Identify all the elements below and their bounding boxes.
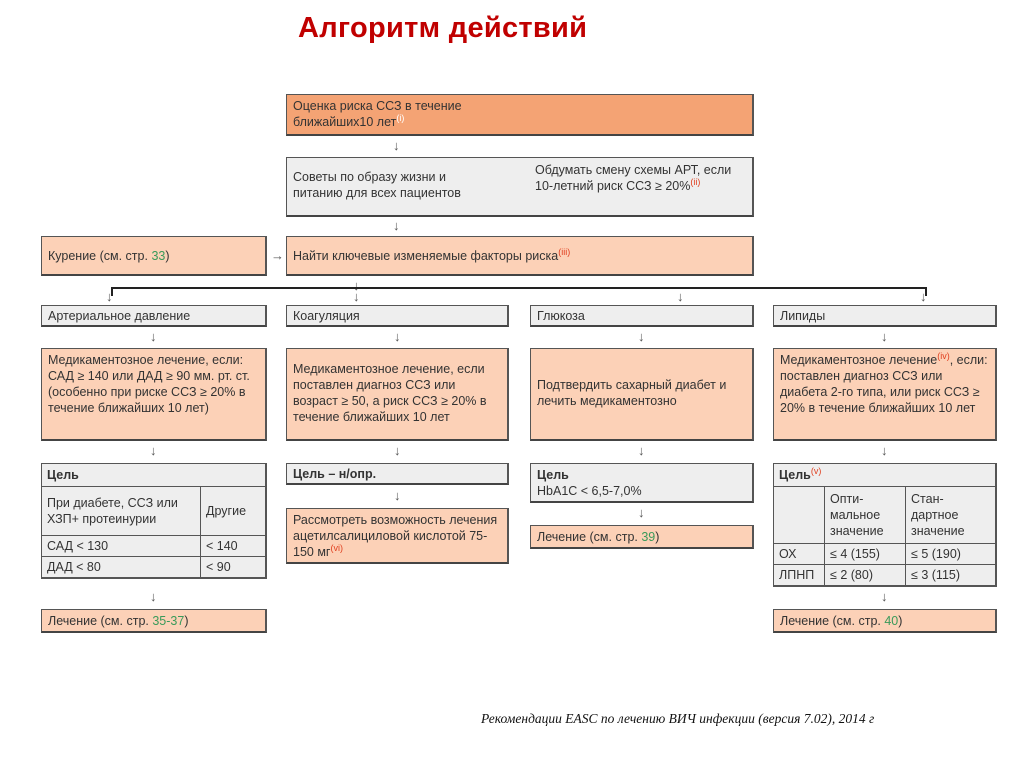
arrow-down-icon: ↓ <box>638 505 645 520</box>
risk-assessment-box: Оценка риска ССЗ в течение ближайших10 л… <box>286 94 754 136</box>
bp-treatment-box: Медикаментозное лечение, если: САД ≥ 140… <box>41 348 267 441</box>
arrow-down-icon: ↓ <box>150 329 157 344</box>
table-cell: ≤ 4 (155) <box>824 543 906 565</box>
lipids-goal-table: Цель(v) Опти-мальное значение Стан-дартн… <box>773 463 997 587</box>
lipids-treatment-box: Медикаментозное лечение(iv), если: поста… <box>773 348 997 441</box>
bp-header: Артериальное давление <box>41 305 267 327</box>
arrow-down-icon: ↓ <box>150 443 157 458</box>
page-title: Алгоритм действий <box>298 12 588 44</box>
arrow-down-icon: ↓ <box>394 443 401 458</box>
lipids-header: Липиды <box>773 305 997 327</box>
footnote-marker: (ii) <box>690 176 701 187</box>
glucose-goal-value: HbA1C < 6,5-7,0% <box>537 484 642 498</box>
glucose-final-box: Лечение (см. стр. 39) <box>530 525 754 549</box>
risk-assessment-line1: Оценка риска ССЗ в течение <box>293 99 462 113</box>
table-header-cell: При диабете, ССЗ или ХЗП+ протеинурии <box>41 486 201 536</box>
advice-right-text: Обдумать смену схемы АРТ, если 10-летний… <box>535 163 732 193</box>
arrow-down-icon: ↓ <box>394 488 401 503</box>
lipids-goal-title: Цель <box>779 468 811 482</box>
coag-final-text: Рассмотреть возможность лечения ацетилса… <box>293 513 498 559</box>
coag-treatment-box: Медикаментозное лечение, если поставлен … <box>286 348 509 441</box>
footnote-marker: (v) <box>810 465 822 476</box>
table-header-cell <box>773 486 825 544</box>
coag-treatment-text: Медикаментозное лечение, если поставлен … <box>293 362 487 424</box>
page-reference-link[interactable]: 35-37 <box>152 614 184 628</box>
bp-final-box: Лечение (см. стр. 35-37) <box>41 609 267 633</box>
footnote-marker: (iii) <box>558 246 571 257</box>
table-header-cell: Другие <box>200 486 267 536</box>
table-cell: ≤ 3 (115) <box>905 564 997 587</box>
glucose-goal-title: Цель <box>537 468 569 482</box>
lipids-goal-title-cell: Цель(v) <box>773 463 997 487</box>
source-footer: Рекомендации EASC по лечению ВИЧ инфекци… <box>481 711 875 726</box>
glucose-final-close: ) <box>655 530 660 544</box>
arrow-down-icon: ↓ <box>677 289 684 304</box>
bp-header-label: Артериальное давление <box>48 309 191 323</box>
arrow-down-icon: ↓ <box>881 329 888 344</box>
arrow-down-icon: ↓ <box>393 138 400 153</box>
arrow-down-icon: ↓ <box>393 218 400 233</box>
table-cell: ДАД < 80 <box>41 556 201 579</box>
page-reference-link[interactable]: 39 <box>641 530 655 544</box>
advice-left-text: Советы по образу жизни и питанию для все… <box>293 170 461 200</box>
lipids-final-box: Лечение (см. стр. 40) <box>773 609 997 633</box>
page-reference-link[interactable]: 33 <box>151 249 165 263</box>
branch-connector-line <box>111 287 927 289</box>
arrow-down-icon: ↓ <box>106 289 113 304</box>
table-header-cell: Стан-дартное значение <box>905 486 997 544</box>
footnote-marker: (i) <box>396 112 405 123</box>
table-cell: ≤ 5 (190) <box>905 543 997 565</box>
arrow-down-icon: ↓ <box>638 443 645 458</box>
smoking-text: Курение (см. стр. <box>48 249 152 263</box>
table-cell: ≤ 2 (80) <box>824 564 906 587</box>
table-row: ДАД < 80 < 90 <box>41 556 267 579</box>
glucose-final-text: Лечение (см. стр. <box>537 530 642 544</box>
arrow-down-icon: ↓ <box>353 289 360 304</box>
table-cell: < 140 <box>200 535 267 557</box>
table-row: ОХ ≤ 4 (155) ≤ 5 (190) <box>773 543 997 565</box>
table-row: САД < 130 < 140 <box>41 535 267 557</box>
glucose-header: Глюкоза <box>530 305 754 327</box>
footnote-marker: (iv) <box>937 350 950 361</box>
bp-treatment-text: Медикаментозное лечение, если: САД ≥ 140… <box>48 353 250 415</box>
arrow-down-icon: ↓ <box>394 329 401 344</box>
key-factors-text: Найти ключевые изменяемые факторы риска <box>293 249 559 263</box>
bp-goal-table: Цель При диабете, ССЗ или ХЗП+ протеинур… <box>41 463 267 579</box>
arrow-down-icon: ↓ <box>638 329 645 344</box>
table-cell: ОХ <box>773 543 825 565</box>
lipids-treatment-text: Медикаментозное лечение <box>780 353 938 367</box>
table-cell: САД < 130 <box>41 535 201 557</box>
arrow-down-icon: ↓ <box>881 589 888 604</box>
coag-header-label: Коагуляция <box>293 309 360 323</box>
coag-goal-box: Цель – н/опр. <box>286 463 509 485</box>
table-cell: ЛПНП <box>773 564 825 587</box>
arrow-right-icon: → <box>271 248 284 263</box>
bp-final-text: Лечение (см. стр. <box>48 614 153 628</box>
page-reference-link[interactable]: 40 <box>884 614 898 628</box>
glucose-treatment-box: Подтвердить сахарный диабет и лечить мед… <box>530 348 754 441</box>
coag-header: Коагуляция <box>286 305 509 327</box>
glucose-goal-box: Цель HbA1C < 6,5-7,0% <box>530 463 754 503</box>
coag-goal-text: Цель – н/опр. <box>293 467 377 481</box>
risk-assessment-line2: ближайших10 лет <box>293 115 397 129</box>
advice-box: Советы по образу жизни и питанию для все… <box>286 157 754 217</box>
arrow-down-icon: ↓ <box>150 589 157 604</box>
coag-final-box: Рассмотреть возможность лечения ацетилса… <box>286 508 509 564</box>
glucose-header-label: Глюкоза <box>537 309 585 323</box>
lipids-final-text: Лечение (см. стр. <box>780 614 885 628</box>
footnote-marker: (vi) <box>330 542 343 553</box>
arrow-down-icon: ↓ <box>920 289 927 304</box>
bp-final-close: ) <box>184 614 189 628</box>
table-row: ЛПНП ≤ 2 (80) ≤ 3 (115) <box>773 564 997 587</box>
smoking-close: ) <box>165 249 170 263</box>
bp-goal-title: Цель <box>41 463 267 487</box>
glucose-treatment-text: Подтвердить сахарный диабет и лечить мед… <box>537 378 727 408</box>
table-header-cell: Опти-мальное значение <box>824 486 906 544</box>
arrow-down-icon: ↓ <box>881 443 888 458</box>
lipids-final-close: ) <box>898 614 903 628</box>
table-cell: < 90 <box>200 556 267 579</box>
key-factors-box: Найти ключевые изменяемые факторы риска(… <box>286 236 754 276</box>
lipids-header-label: Липиды <box>780 309 826 323</box>
smoking-box: Курение (см. стр. 33) <box>41 236 267 276</box>
